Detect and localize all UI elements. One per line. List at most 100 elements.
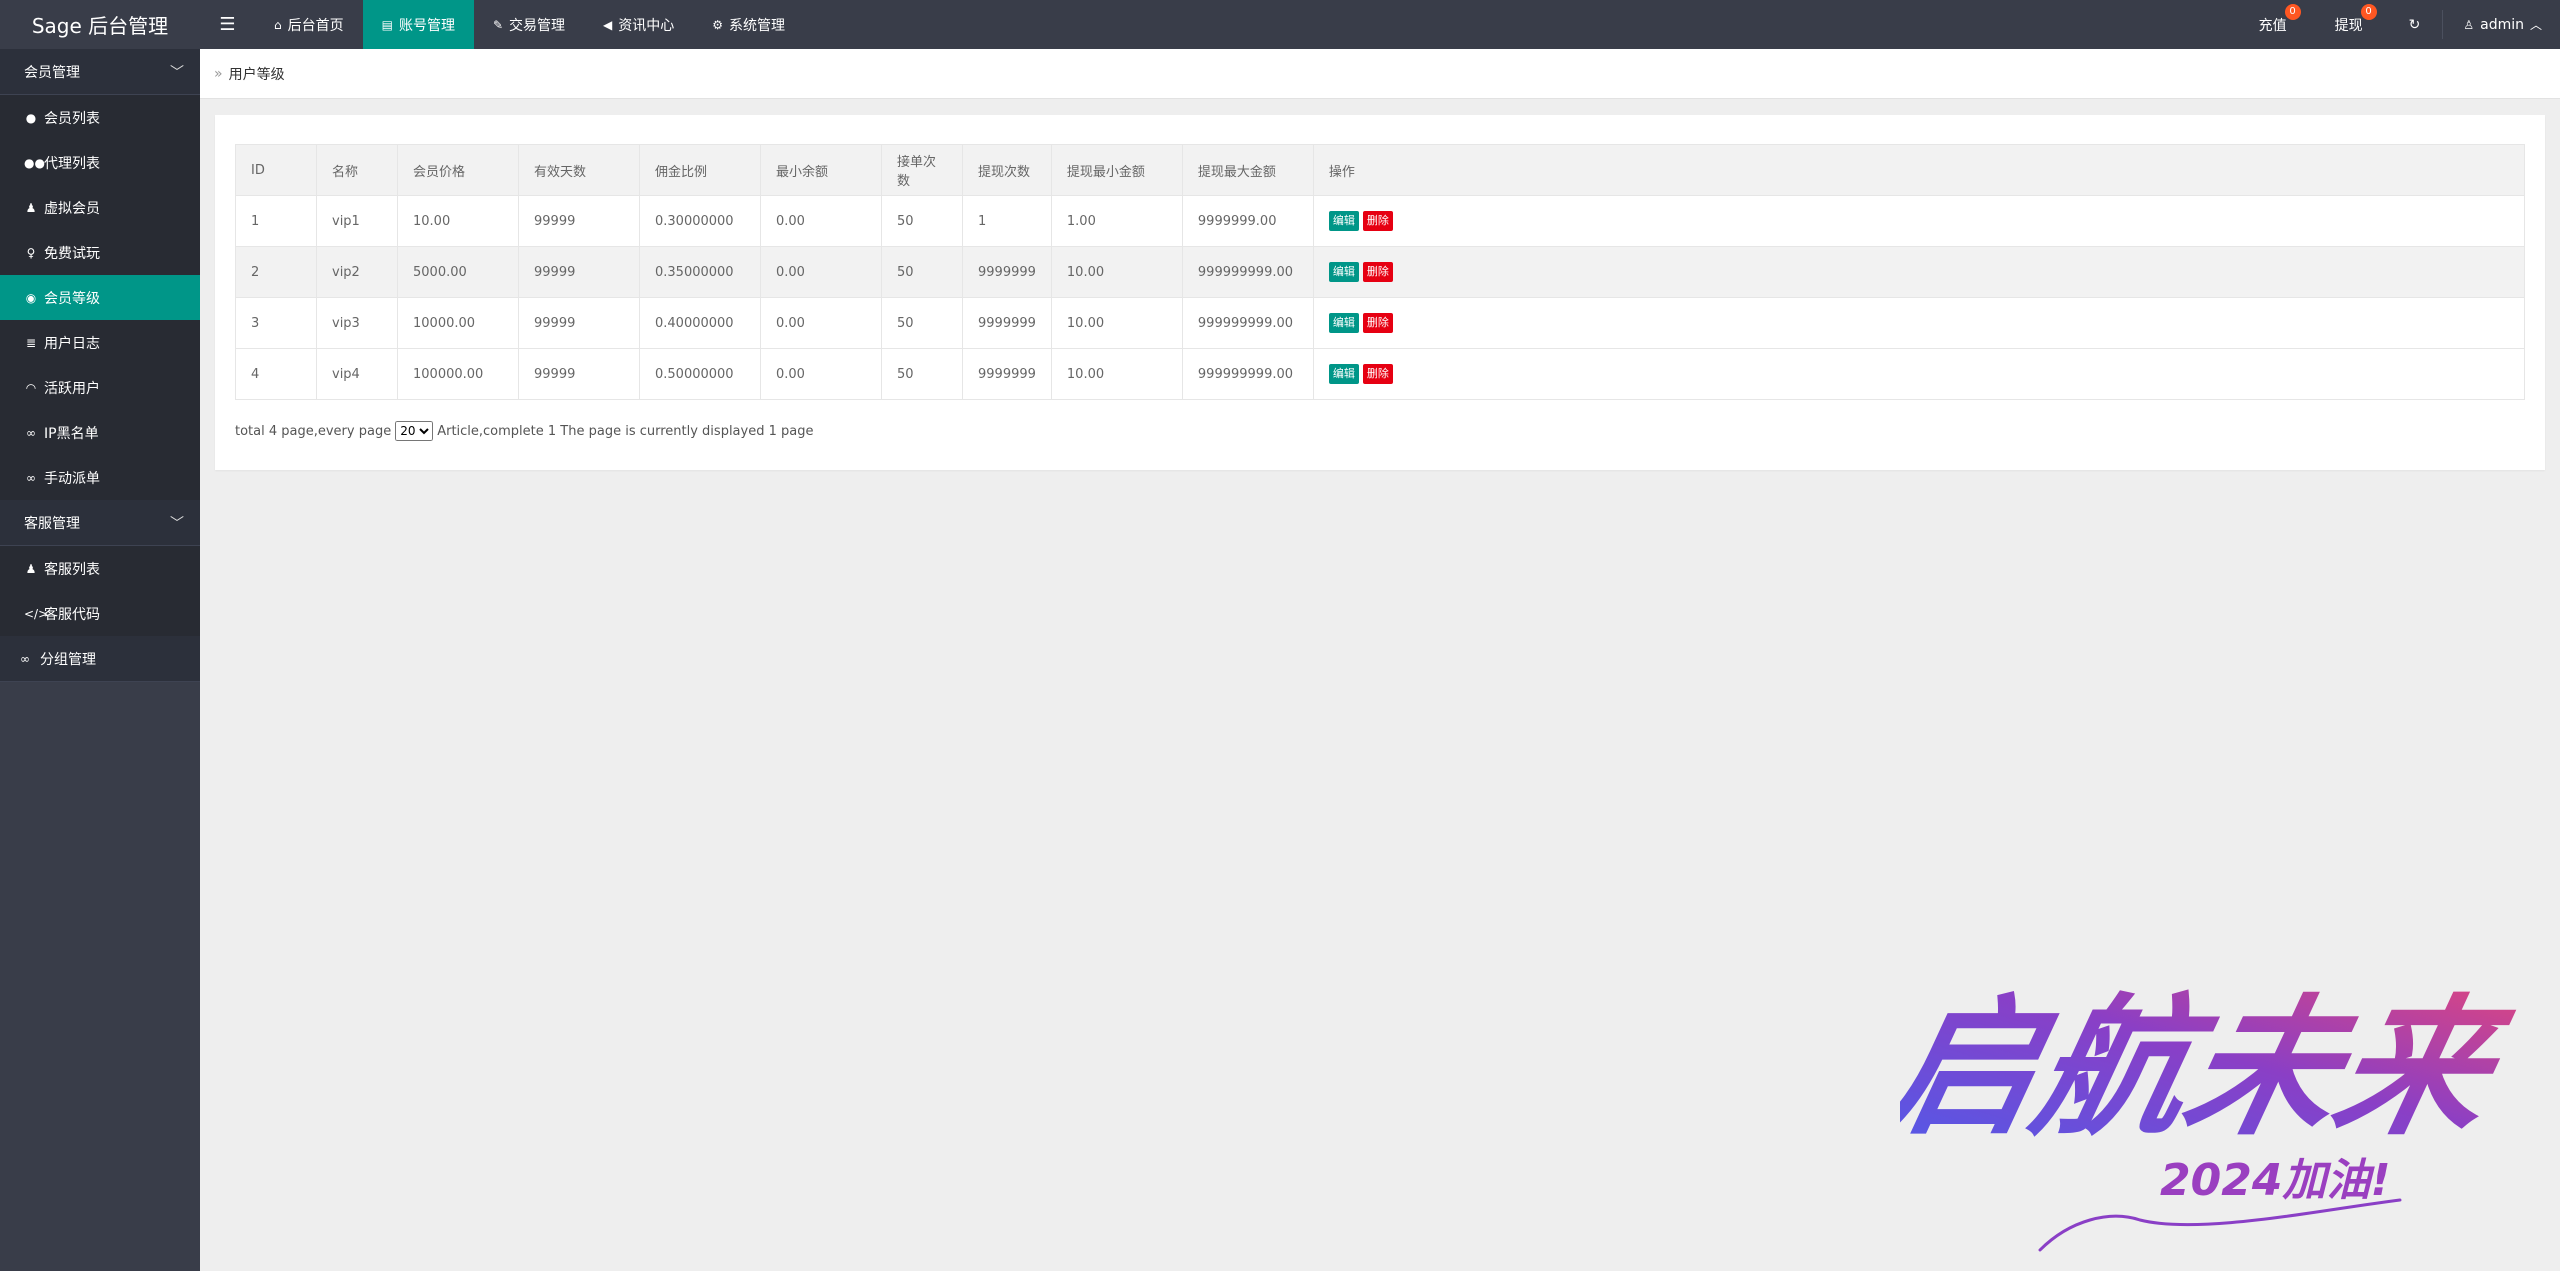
cell-withdraw-min: 1.00 [1050,195,1183,247]
cell-min-balance: 0.00 [760,246,882,298]
sidebar-item-group-manage[interactable]: ∞ 分组管理 [0,636,200,682]
recharge-label: 充值 [2258,17,2287,34]
column-header: 接单次数 [881,144,963,196]
sidebar: 会员管理 ﹀ ● 会员列表 ●● 代理列表 ♟ 虚拟会员 ♀ 免费试玩 ◉ 会员… [0,49,200,1271]
cell-days: 99999 [518,246,640,298]
sidebar-group-label: 客服管理 [24,515,80,532]
cell-order-count: 50 [881,195,963,247]
sidebar-item-label: 虚拟会员 [44,200,100,217]
cell-days: 99999 [518,297,640,349]
delete-button[interactable]: 删除 [1362,262,1393,282]
cell-commission: 0.50000000 [639,348,761,400]
column-header: 有效天数 [518,144,640,196]
cell-price: 100000.00 [397,348,519,400]
user-icon: ● [25,110,37,125]
edit-button[interactable]: 编辑 [1328,262,1359,282]
menu-toggle-button[interactable]: ☰ [200,0,255,49]
cell-min-balance: 0.00 [760,195,882,247]
sidebar-item-free-trial[interactable]: ♀ 免费试玩 [0,230,200,275]
nav-item-news[interactable]: ◀ 资讯中心 [584,0,693,49]
nav-item-label: 账号管理 [398,17,455,34]
user-secret-icon: ♟ [25,200,37,215]
sidebar-item-label: 活跃用户 [44,380,100,397]
cell-order-count: 50 [881,246,963,298]
double-chevron-right-icon: » [214,65,223,82]
sidebar-group-service[interactable]: 客服管理 ﹀ [0,500,200,546]
sidebar-item-user-log[interactable]: ≣ 用户日志 [0,320,200,365]
sidebar-item-service-code[interactable]: </> 客服代码 [0,591,200,636]
cell-actions: 编辑 删除 [1312,348,2526,400]
sidebar-submenu-service: ♟ 客服列表 </> 客服代码 [0,546,200,636]
sidebar-group-members[interactable]: 会员管理 ﹀ [0,49,200,95]
link-icon: ∞ [20,651,30,666]
cell-withdraw-min: 10.00 [1050,297,1183,349]
column-header: 操作 [1312,144,2526,196]
sidebar-item-label: 客服列表 [44,561,100,578]
delete-button[interactable]: 删除 [1362,364,1393,384]
edit-button[interactable]: 编辑 [1328,211,1359,231]
sidebar-item-virtual-members[interactable]: ♟ 虚拟会员 [0,185,200,230]
sidebar-item-ip-blacklist[interactable]: ∞ IP黑名单 [0,410,200,455]
cell-id: 4 [235,348,317,400]
user-name: admin [2480,16,2524,33]
sidebar-item-label: 用户日志 [44,335,100,352]
column-header: 最小余额 [760,144,882,196]
cell-min-balance: 0.00 [760,348,882,400]
recharge-badge: 0 [2284,4,2301,20]
withdraw-label: 提现 [2334,17,2363,34]
cell-id: 1 [235,195,317,247]
sidebar-item-label: 分组管理 [40,651,96,668]
nav-item-trade[interactable]: ✎ 交易管理 [474,0,584,49]
cell-price: 10.00 [397,195,519,247]
recharge-button[interactable]: 充值 0 [2235,0,2311,49]
table-row: 1 vip1 10.00 99999 0.30000000 0.00 50 1 … [235,195,2526,247]
cell-days: 99999 [518,348,640,400]
cell-commission: 0.30000000 [639,195,761,247]
delete-button[interactable]: 删除 [1362,211,1393,231]
cell-actions: 编辑 删除 [1312,246,2526,298]
withdraw-button[interactable]: 提现 0 [2311,0,2387,49]
cell-price: 5000.00 [397,246,519,298]
cell-order-count: 50 [881,348,963,400]
link-icon: ∞ [26,470,36,485]
sidebar-item-manual-dispatch[interactable]: ∞ 手动派单 [0,455,200,500]
pagination-prefix: total 4 page,every page [235,423,392,439]
per-page-select[interactable]: 20 [395,421,434,441]
cogs-icon: ⚙ [712,17,724,32]
cell-price: 10000.00 [397,297,519,349]
column-header: 名称 [316,144,398,196]
sidebar-item-agent-list[interactable]: ●● 代理列表 [0,140,200,185]
nav-item-system[interactable]: ⚙ 系统管理 [693,0,804,49]
refresh-button[interactable]: ↻ [2387,0,2443,49]
edit-button[interactable]: 编辑 [1328,313,1359,333]
code-icon: </> [24,606,49,621]
sidebar-item-service-list[interactable]: ♟ 客服列表 [0,546,200,591]
sidebar-item-label: IP黑名单 [44,425,99,442]
cell-withdraw-max: 999999999.00 [1181,348,1314,400]
cell-actions: 编辑 删除 [1312,297,2526,349]
users-icon: ●● [24,155,45,170]
cell-order-count: 50 [881,297,963,349]
withdraw-badge: 0 [2360,4,2377,20]
sidebar-group-label: 会员管理 [24,64,80,81]
sidebar-item-label: 会员等级 [44,290,100,307]
home-icon: ⌂ [274,17,282,32]
nav-item-home[interactable]: ⌂ 后台首页 [255,0,363,49]
cell-withdraw-max: 9999999.00 [1181,195,1314,247]
sidebar-item-label: 免费试玩 [44,245,100,262]
edit-button[interactable]: 编辑 [1328,364,1359,384]
sidebar-item-member-list[interactable]: ● 会员列表 [0,95,200,140]
user-menu[interactable]: ♙ admin ︿ [2443,0,2560,49]
delete-button[interactable]: 删除 [1362,313,1393,333]
sidebar-item-member-level[interactable]: ◉ 会员等级 [0,275,200,320]
pagination-suffix: Article,complete 1 The page is currently… [437,423,814,439]
sidebar-item-active-users[interactable]: ◠ 活跃用户 [0,365,200,410]
cell-withdraw-max: 999999999.00 [1181,246,1314,298]
cell-commission: 0.40000000 [639,297,761,349]
art-swoosh [2038,1198,2402,1252]
table-row: 2 vip2 5000.00 99999 0.35000000 0.00 50 … [235,246,2526,298]
chevron-up-icon: ︿ [2529,18,2542,32]
app-logo[interactable]: Sage 后台管理 [0,0,200,49]
column-header: 提现最小金额 [1050,144,1183,196]
nav-item-account[interactable]: ▤ 账号管理 [362,0,474,49]
